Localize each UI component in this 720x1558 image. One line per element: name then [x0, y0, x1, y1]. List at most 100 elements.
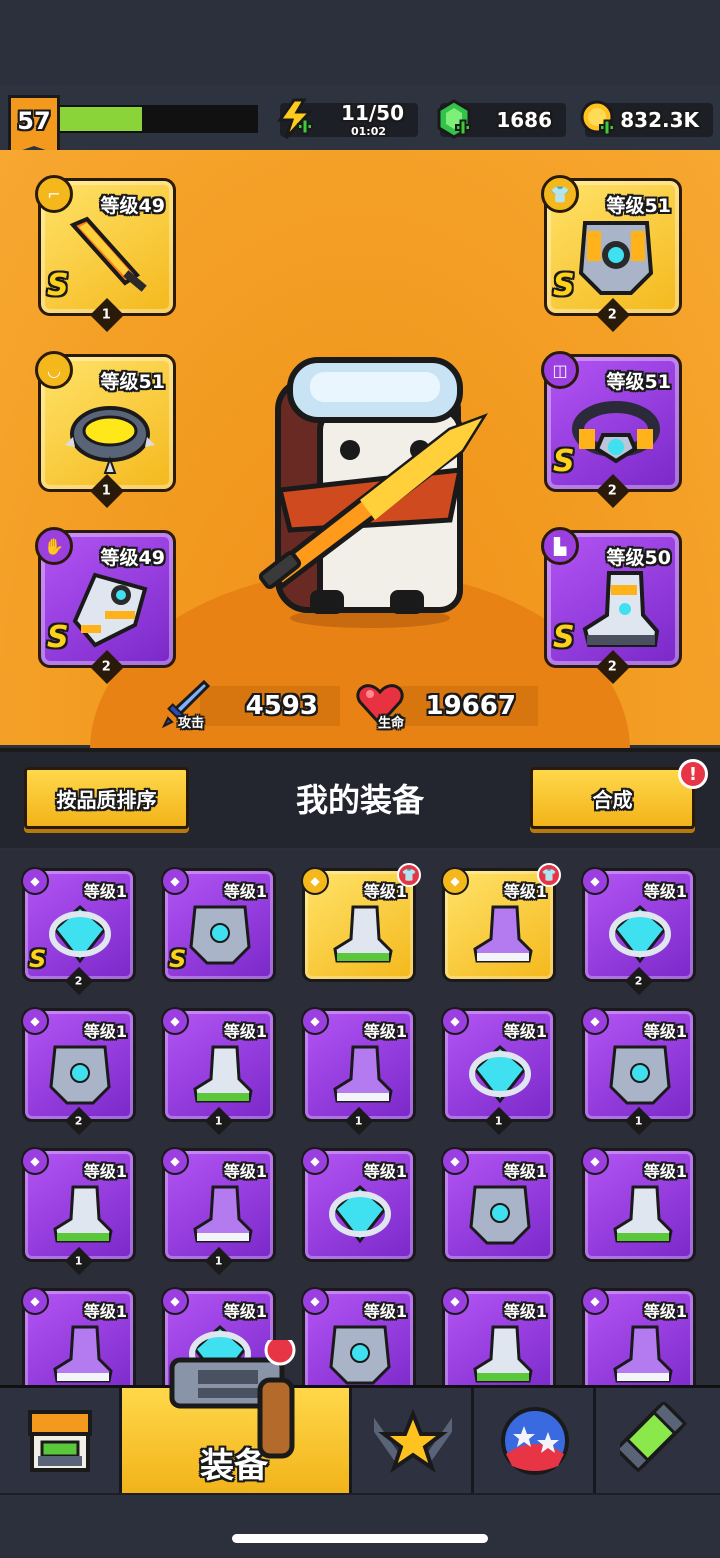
shirt-icon: 👕	[541, 175, 579, 213]
item-count: 2	[635, 974, 643, 988]
inventory-item[interactable]: ◆ 等级1 2	[21, 1007, 136, 1136]
lightning-icon	[277, 98, 314, 140]
item-type-icon: ◆	[21, 1147, 49, 1175]
game-screen: { "player": {"level": "57", "xp_progress…	[0, 0, 720, 1558]
new-item-badge-icon: 👕	[397, 863, 421, 887]
armor-icon	[578, 221, 654, 295]
item-art-icon	[609, 1045, 671, 1105]
item-count: 1	[355, 1114, 363, 1128]
item-art-icon	[329, 1185, 391, 1244]
item-count: 1	[495, 1114, 503, 1128]
inventory-item[interactable]: ◆ 等级1 1	[441, 1007, 556, 1136]
hp-value: 19667	[425, 691, 516, 721]
boot-icon: ▙	[541, 527, 579, 565]
item-count-badge: 1	[344, 1106, 374, 1136]
gems-value: 1686	[496, 108, 552, 132]
item-art-icon	[49, 905, 111, 964]
inventory-item[interactable]: ◆ 等级1 S 2	[21, 867, 136, 996]
inventory-item[interactable]: ◆ 等级1 2	[581, 867, 696, 996]
inventory-item[interactable]: ◆ 等级1 1	[301, 1007, 416, 1136]
equip-slot-belt[interactable]: ◫ 等级51 S 2	[541, 351, 682, 508]
item-art-icon	[333, 905, 393, 963]
item-type-icon: ◆	[301, 867, 329, 895]
inventory-item[interactable]: ◆ 等级1 👕	[301, 863, 421, 982]
belt-icon: ◫	[541, 351, 579, 389]
item-type-icon: ◆	[21, 1287, 49, 1315]
item-count: 1	[215, 1114, 223, 1128]
star-swords-icon	[374, 1408, 452, 1474]
item-type-icon: ◆	[441, 1007, 469, 1035]
energy-value: 11/50	[341, 101, 404, 125]
inventory-item[interactable]: ◆ 等级1 1	[161, 1147, 276, 1276]
sort-by-quality-button[interactable]: 按品质排序	[24, 767, 189, 829]
inventory-item[interactable]: ◆ 等级1	[441, 1147, 556, 1262]
equip-slot-gloves[interactable]: ✋ 等级49 S 2	[35, 527, 176, 684]
level-badge[interactable]: 57	[8, 95, 60, 155]
inventory-item[interactable]: ◆ 等级1	[441, 1287, 556, 1385]
item-art-icon	[193, 1185, 253, 1243]
item-art-icon	[473, 1325, 533, 1383]
item-count-badge: 1	[624, 1106, 654, 1136]
new-item-badge-icon: 👕	[537, 863, 561, 887]
nav-tab-shop[interactable]	[0, 1388, 122, 1493]
merge-alert-badge: !	[678, 759, 708, 789]
gun-icon: ⌐	[35, 175, 73, 213]
home-indicator[interactable]	[232, 1534, 488, 1543]
necklace-icon: ◡	[35, 351, 73, 389]
merge-button[interactable]: 合成	[530, 767, 695, 829]
capsule-icon	[620, 1402, 687, 1473]
item-type-icon: ◆	[301, 1147, 329, 1175]
inventory-item[interactable]: ◆ 等级1	[301, 1287, 416, 1385]
inventory-item[interactable]: ◆ 等级1 1	[581, 1007, 696, 1136]
item-type-icon: ◆	[161, 1287, 189, 1315]
shop-icon	[28, 1410, 92, 1472]
item-type-icon: ◆	[161, 867, 189, 895]
equip-grade: S	[47, 620, 69, 655]
gem-icon	[437, 99, 471, 139]
inventory-item[interactable]: ◆ 等级1 1	[21, 1147, 136, 1276]
coins-value: 832.3K	[620, 108, 699, 132]
item-type-icon: ◆	[581, 867, 609, 895]
item-art-icon	[469, 1185, 531, 1245]
item-art-icon	[53, 1185, 113, 1243]
item-art-icon	[329, 1325, 391, 1385]
item-count-badge: 2	[624, 966, 654, 996]
item-grade: S	[169, 945, 187, 973]
nav-tab-orbs[interactable]	[474, 1388, 596, 1493]
coin-icon	[580, 100, 615, 136]
equip-slot-armor[interactable]: 👕 等级51 S 2	[541, 175, 682, 332]
item-art-icon	[333, 1045, 393, 1103]
item-art-icon	[469, 1045, 531, 1104]
item-type-icon: ◆	[161, 1007, 189, 1035]
item-art-icon	[613, 1325, 673, 1383]
item-count-badge: 1	[484, 1106, 514, 1136]
nav-tab-lab[interactable]	[596, 1388, 720, 1493]
equip-grade: S	[553, 444, 575, 479]
nav-tab-skills[interactable]	[352, 1388, 474, 1493]
inventory-title: 我的装备	[295, 781, 424, 819]
equip-slot-necklace[interactable]: ◡ 等级51 1	[35, 351, 176, 508]
hero-character[interactable]	[250, 350, 490, 630]
item-art-icon	[613, 1185, 673, 1243]
item-art-icon	[609, 905, 671, 964]
item-type-icon: ◆	[581, 1007, 609, 1035]
inventory-item[interactable]: ◆ 等级1	[581, 1147, 696, 1262]
equip-grade: S	[553, 620, 575, 655]
level-value: 57	[17, 107, 51, 135]
item-type-icon: ◆	[21, 1007, 49, 1035]
gauntlet-icon	[72, 572, 148, 648]
item-art-icon	[53, 1325, 113, 1383]
item-count-badge: 2	[64, 1106, 94, 1136]
inventory-item[interactable]: ◆ 等级1 S	[161, 867, 276, 982]
inventory-item[interactable]: ◆ 等级1 👕	[441, 863, 561, 982]
inventory-item[interactable]: ◆ 等级1	[581, 1287, 696, 1385]
item-art-icon	[473, 905, 533, 963]
inventory-item[interactable]: ◆ 等级1	[21, 1287, 136, 1385]
equip-slot-boots[interactable]: ▙ 等级50 S 2	[541, 527, 682, 684]
inventory-item[interactable]: ◆ 等级1 1	[161, 1007, 276, 1136]
item-type-icon: ◆	[21, 867, 49, 895]
orbs-icon	[501, 1407, 569, 1475]
equip-slot-weapon[interactable]: ⌐ 等级49 S 1	[35, 175, 176, 332]
inventory-item[interactable]: ◆ 等级1	[301, 1147, 416, 1262]
item-type-icon: ◆	[301, 1287, 329, 1315]
